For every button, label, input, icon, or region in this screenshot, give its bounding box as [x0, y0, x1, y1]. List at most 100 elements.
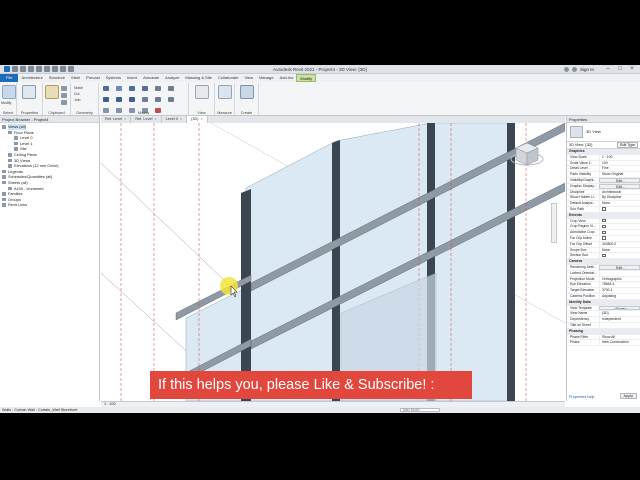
property-value[interactable]: 100: [599, 160, 640, 166]
property-value[interactable]: Adjusting: [599, 293, 640, 299]
edit-type-button[interactable]: Edit Type: [617, 142, 638, 148]
trim-multiple-icon[interactable]: [168, 97, 174, 102]
maximize-icon[interactable]: □: [614, 65, 626, 73]
property-value[interactable]: Fine: [599, 166, 640, 172]
offset-icon[interactable]: [116, 86, 122, 91]
join-tool[interactable]: Join: [74, 98, 83, 102]
tab-precast[interactable]: Precast: [83, 74, 103, 82]
property-checkbox[interactable]: [599, 253, 640, 259]
sign-in-label[interactable]: Sign In: [580, 67, 594, 72]
tab-file[interactable]: File: [0, 74, 19, 82]
notch-tool[interactable]: Notch: [74, 86, 83, 90]
curtain-wall-model[interactable]: [101, 123, 565, 401]
copy-icon[interactable]: [61, 93, 67, 98]
ribbon-group-label[interactable]: Select: [0, 111, 16, 115]
measure-tool-icon[interactable]: [218, 85, 232, 99]
checkbox-icon[interactable]: [602, 207, 606, 211]
view-scale[interactable]: 1 : 100: [104, 402, 116, 406]
view-tab[interactable]: Ref. Level ×: [131, 116, 162, 123]
property-value[interactable]: 78654.4: [599, 282, 640, 288]
mirror-pick-icon[interactable]: [129, 86, 135, 91]
move-icon[interactable]: [103, 97, 109, 102]
mirror-draw-icon[interactable]: [142, 86, 148, 91]
minimize-icon[interactable]: –: [602, 65, 614, 73]
apply-button[interactable]: Apply: [619, 393, 637, 399]
tab-architecture[interactable]: Architecture: [18, 74, 45, 82]
hide-view-icon[interactable]: [195, 85, 209, 99]
tab-collaborate[interactable]: Collaborate: [215, 74, 241, 82]
checkbox-icon[interactable]: [602, 218, 606, 223]
property-value[interactable]: Orthographic: [599, 276, 640, 282]
property-value[interactable]: 304800.0: [599, 241, 640, 247]
tab-view[interactable]: View: [241, 74, 256, 82]
tab-add-ins[interactable]: Add-Ins: [277, 74, 297, 82]
close-icon[interactable]: ×: [626, 65, 638, 73]
property-value[interactable]: Show All: [599, 334, 640, 340]
sign-in[interactable]: Sign In: [563, 66, 594, 72]
trim-icon[interactable]: [142, 97, 148, 102]
property-value[interactable]: None: [599, 247, 640, 253]
property-value[interactable]: 1 : 100: [599, 154, 640, 160]
cut-icon[interactable]: [61, 86, 67, 91]
align-icon[interactable]: [103, 86, 109, 91]
property-value[interactable]: New Construction: [599, 340, 640, 346]
viewcube-icon[interactable]: [509, 137, 545, 173]
type-selector[interactable]: 3D View: [567, 123, 640, 142]
property-checkbox[interactable]: [599, 218, 640, 224]
view-tab-active[interactable]: {3D} ×: [187, 116, 208, 123]
navigation-bar[interactable]: [551, 203, 557, 243]
checkbox-icon[interactable]: [602, 224, 606, 229]
property-checkbox[interactable]: [599, 206, 640, 212]
tab-modify[interactable]: Modify: [296, 74, 317, 82]
3d-viewport[interactable]: [101, 123, 565, 401]
property-value[interactable]: 3700.1: [599, 288, 640, 293]
properties-filter[interactable]: 3D View: {3D} Edit Type: [567, 142, 640, 149]
view-tab-label[interactable]: {3D}: [191, 116, 198, 123]
property-value[interactable]: <None>: [599, 305, 640, 311]
paste-icon[interactable]: [45, 85, 59, 99]
checkbox-icon[interactable]: [602, 236, 606, 240]
browser-item-label[interactable]: Revit Links: [8, 202, 27, 208]
create-group-icon[interactable]: [240, 85, 254, 99]
tab-systems[interactable]: Systems: [103, 74, 124, 82]
properties-help-link[interactable]: Properties help: [569, 395, 595, 399]
close-icon[interactable]: ×: [180, 116, 182, 123]
tab-insert[interactable]: Insert: [124, 74, 140, 82]
rotate-icon[interactable]: [129, 97, 135, 102]
tab-massing-site[interactable]: Massing & Site: [182, 74, 215, 82]
checkbox-icon[interactable]: [602, 253, 606, 258]
view-tab-label[interactable]: Ref. Level: [135, 116, 152, 123]
tab-manage[interactable]: Manage: [256, 74, 276, 82]
properties-icon[interactable]: [22, 85, 36, 99]
property-value[interactable]: {3D}: [599, 311, 640, 317]
property-value[interactable]: Show Original: [599, 172, 640, 177]
close-icon[interactable]: ×: [154, 116, 156, 123]
tab-structure[interactable]: Structure: [46, 74, 68, 82]
cut-tool[interactable]: Cut: [74, 92, 83, 96]
modify-tool-icon[interactable]: [2, 85, 16, 99]
property-checkbox[interactable]: [599, 235, 640, 241]
property-value[interactable]: [599, 322, 640, 328]
tab-analyze[interactable]: Analyze: [162, 74, 182, 82]
match-icon[interactable]: [61, 100, 67, 105]
view-tab[interactable]: Ref. Level ×: [101, 116, 132, 123]
checkbox-icon[interactable]: [602, 230, 606, 235]
split-icon[interactable]: [155, 86, 161, 91]
close-icon[interactable]: ×: [124, 116, 126, 123]
modify-button-label[interactable]: Modify: [1, 101, 11, 105]
property-value[interactable]: Edit...: [599, 177, 640, 183]
view-tab-label[interactable]: Level 0: [166, 116, 178, 123]
tab-annotate[interactable]: Annotate: [140, 74, 162, 82]
property-value[interactable]: Edit...: [599, 264, 640, 270]
tab-steel[interactable]: Steel: [68, 74, 83, 82]
view-tab[interactable]: Level 0 ×: [162, 116, 188, 123]
split-gap-icon[interactable]: [168, 86, 174, 91]
view-tab-label[interactable]: Ref. Level: [105, 116, 122, 123]
property-value[interactable]: Edit...: [599, 183, 640, 189]
property-value[interactable]: Architectural: [599, 189, 640, 195]
filter-label[interactable]: 3D View: {3D}: [569, 143, 593, 147]
search-icon[interactable]: [563, 66, 569, 72]
close-icon[interactable]: ×: [201, 116, 203, 123]
active-workset[interactable]: Main Model: [400, 408, 440, 412]
property-value[interactable]: None: [599, 201, 640, 206]
